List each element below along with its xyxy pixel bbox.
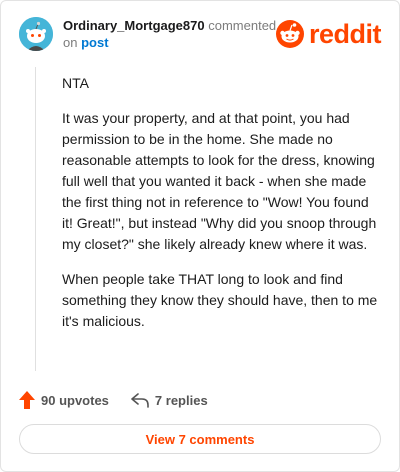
comment-card: Ordinary_Mortgage870 commented on post r… bbox=[0, 0, 400, 472]
brand-wordmark: reddit bbox=[308, 18, 382, 49]
reddit-logo-icon bbox=[275, 20, 304, 48]
comment-meta: Ordinary_Mortgage870 commented on post bbox=[63, 17, 276, 51]
comment-action-text: commented bbox=[208, 18, 277, 33]
view-comments-button[interactable]: View 7 comments bbox=[19, 424, 381, 454]
post-link[interactable]: post bbox=[81, 35, 108, 50]
reply-count: 7 replies bbox=[154, 392, 208, 408]
comment-actions: 90 upvotes 7 replies bbox=[19, 389, 230, 411]
upvote-button[interactable]: 90 upvotes bbox=[19, 391, 109, 409]
username[interactable]: Ordinary_Mortgage870 bbox=[63, 18, 205, 33]
reddit-brand[interactable]: reddit bbox=[275, 18, 382, 49]
avatar[interactable] bbox=[19, 17, 53, 51]
thread-line bbox=[35, 67, 36, 371]
comment-body: NTA It was your property, and at that po… bbox=[62, 73, 382, 346]
comment-header: Ordinary_Mortgage870 commented on post r… bbox=[19, 17, 382, 57]
comment-paragraph: It was your property, and at that point,… bbox=[62, 110, 377, 252]
snoo-avatar-icon bbox=[19, 17, 53, 51]
comment-paragraph: When people take THAT long to look and f… bbox=[62, 271, 378, 329]
on-text: on bbox=[63, 35, 78, 50]
upvote-arrow-icon bbox=[19, 391, 35, 409]
replies-button[interactable]: 7 replies bbox=[131, 392, 208, 408]
reply-arrow-icon bbox=[131, 393, 149, 408]
comment-paragraph: NTA bbox=[62, 75, 89, 91]
upvote-count: 90 upvotes bbox=[41, 392, 109, 408]
